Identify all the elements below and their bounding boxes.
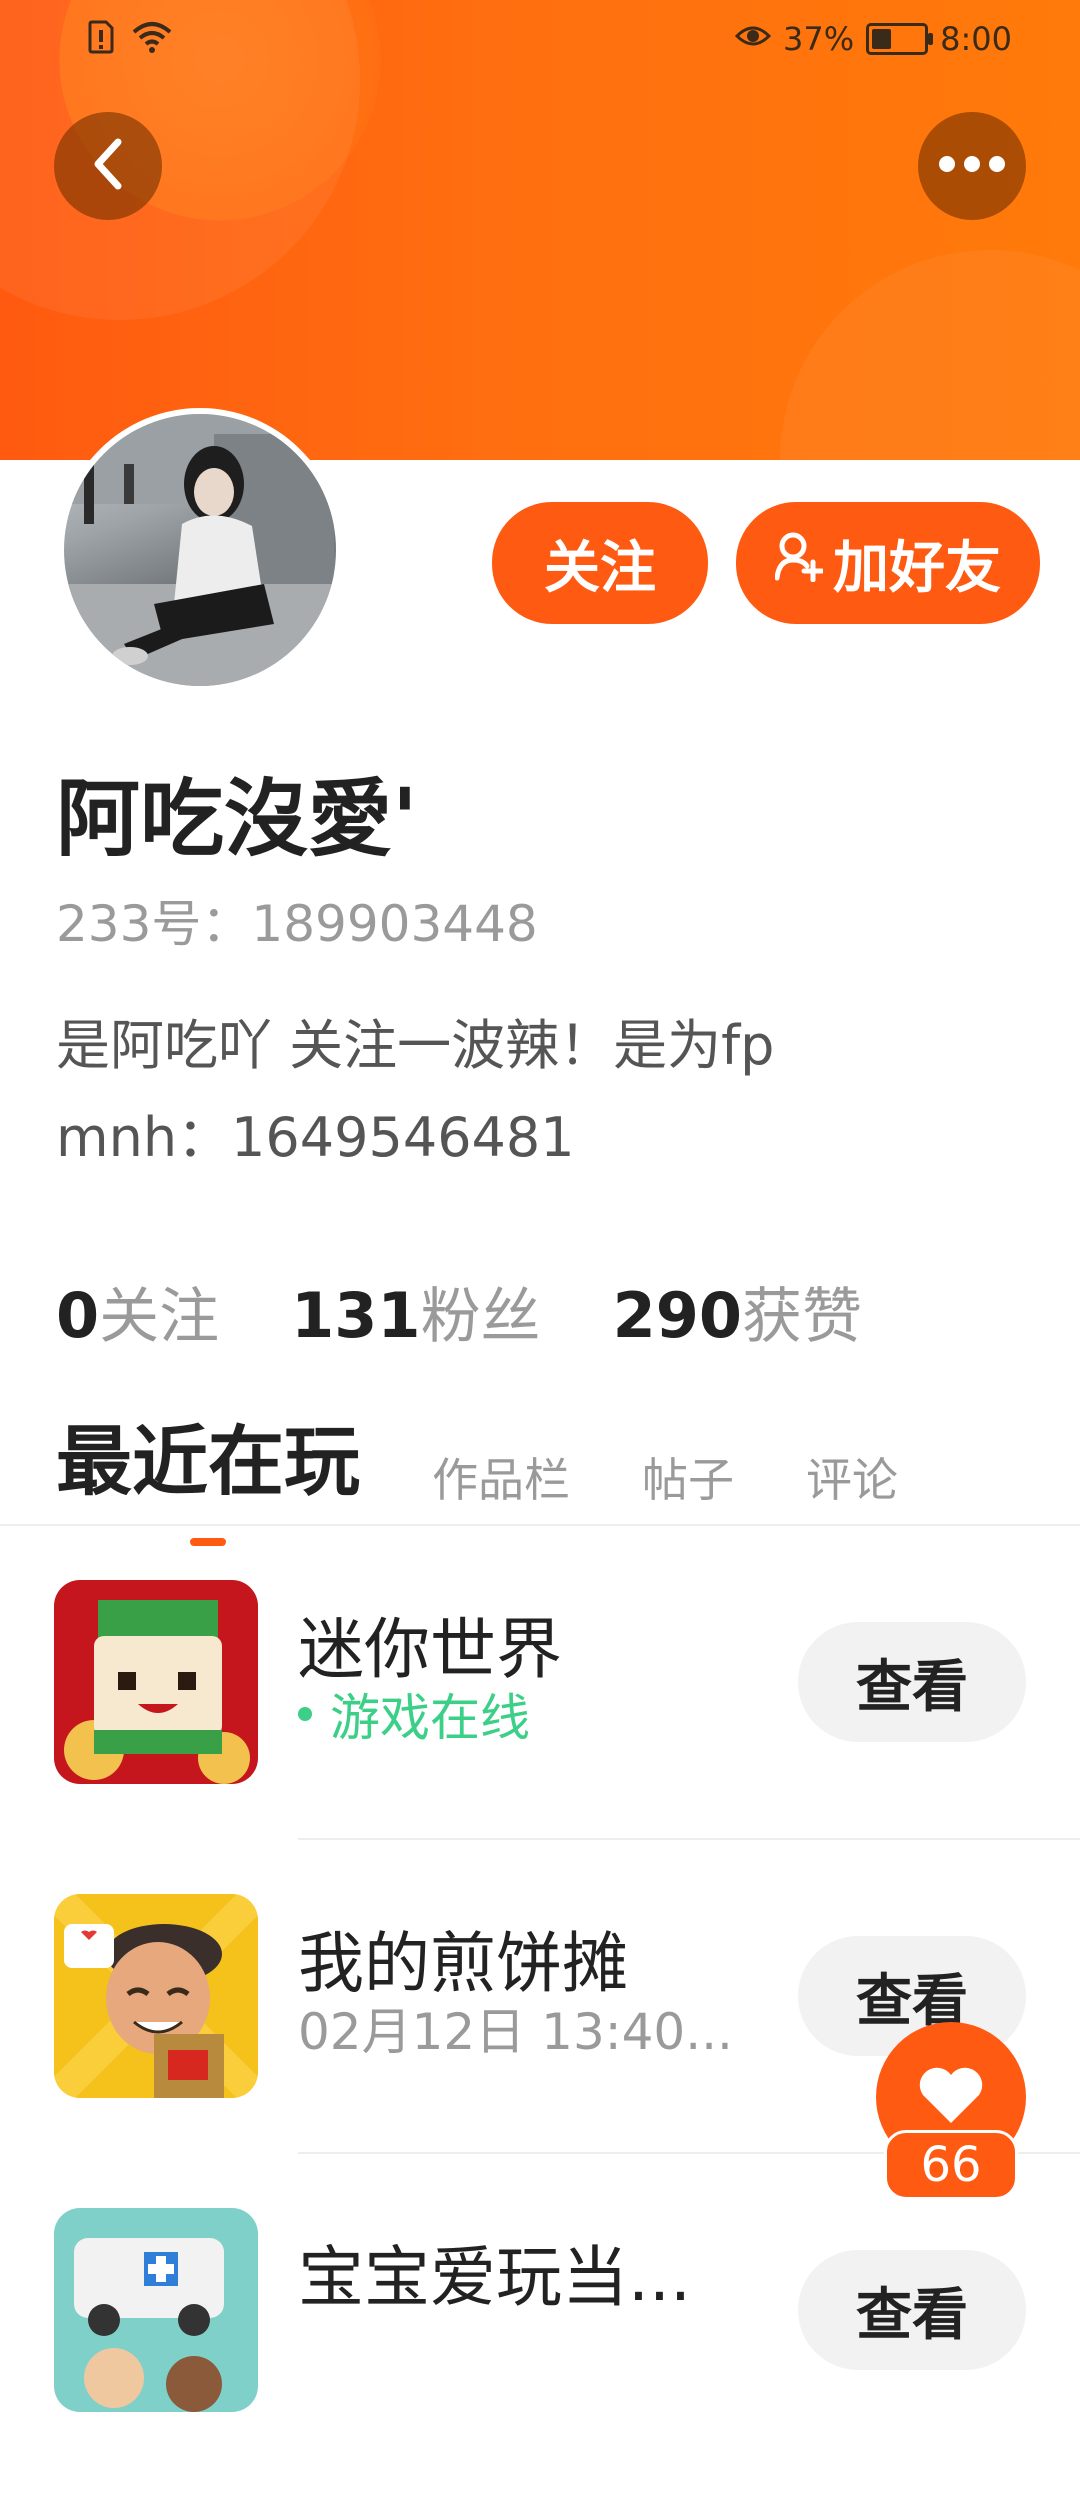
stat-following[interactable]: 0关注 — [56, 1268, 219, 1355]
profile-bio: 是阿吃吖 关注一波辣！是为fp mnh：1649546481 — [56, 1000, 1036, 1184]
stat-likes-count: 290 — [612, 1279, 742, 1352]
tab-posts[interactable]: 帖子 — [642, 1444, 734, 1510]
tab-comments[interactable]: 评论 — [806, 1444, 898, 1510]
tabs-divider — [0, 1524, 1080, 1526]
view-game-button[interactable]: 查看 — [798, 1622, 1026, 1742]
profile-name: 阿吃沒愛' — [56, 770, 418, 868]
profile-tabs: 最近在玩 作品栏 帖子 评论 — [56, 1400, 898, 1546]
view-game-label: 查看 — [856, 1654, 968, 1720]
stat-following-count: 0 — [56, 1279, 100, 1352]
follow-label: 关注 — [544, 535, 656, 601]
game-status-online: 游戏在线 — [298, 1678, 530, 1750]
back-button[interactable] — [54, 112, 162, 220]
game-icon-mini-world — [54, 1580, 258, 1784]
stat-fans-label: 粉丝 — [420, 1282, 541, 1352]
stat-fans-count: 131 — [291, 1279, 421, 1352]
tab-active-indicator — [190, 1538, 226, 1546]
status-left — [88, 20, 172, 58]
tab-recently-played[interactable]: 最近在玩 — [56, 1400, 360, 1546]
view-game-label: 查看 — [856, 2282, 968, 2348]
game-last-played: 02月12日 13:40... — [298, 2003, 733, 2061]
bio-line-2: mnh：1649546481 — [56, 1106, 575, 1169]
stat-likes-label: 获赞 — [741, 1282, 862, 1352]
more-dots-icon — [937, 154, 1007, 178]
follow-button[interactable]: 关注 — [492, 502, 708, 624]
battery-percent: 37% — [783, 20, 855, 58]
game-status-text: 游戏在线 — [330, 1689, 530, 1747]
battery-level — [872, 29, 892, 49]
tab-works-label: 作品栏 — [432, 1453, 570, 1507]
battery-icon — [866, 23, 934, 55]
heart-icon — [917, 2065, 985, 2129]
chevron-left-icon — [88, 136, 128, 196]
tab-comments-label: 评论 — [806, 1453, 898, 1507]
add-user-icon — [774, 531, 825, 596]
like-count-badge: 66 — [884, 2130, 1018, 2200]
game-list-item[interactable]: 宝宝爱玩当... 查看 — [0, 2188, 1080, 2500]
tab-recently-played-label: 最近在玩 — [56, 1417, 360, 1506]
avatar-photo — [64, 414, 336, 686]
status-right: 37% 8:00 — [734, 20, 1012, 58]
status-bar: 37% 8:00 — [0, 0, 1080, 84]
game-title: 宝宝爱玩当... — [298, 2239, 691, 2316]
stat-following-label: 关注 — [99, 1282, 220, 1352]
more-button[interactable] — [918, 112, 1026, 220]
game-list-item[interactable]: 迷你世界 游戏在线 查看 — [0, 1560, 1080, 1872]
tab-posts-label: 帖子 — [642, 1453, 734, 1507]
wifi-icon — [132, 20, 172, 58]
game-icon-pancake-stall — [54, 1894, 258, 2098]
stat-fans[interactable]: 131粉丝 — [291, 1268, 540, 1355]
add-friend-button[interactable]: 加好友 — [736, 502, 1040, 624]
eye-icon — [734, 20, 772, 58]
status-time: 8:00 — [940, 20, 1012, 58]
add-friend-label: 加好友 — [833, 535, 1001, 601]
bio-line-1: 是阿吃吖 关注一波辣！是为fp — [56, 1014, 775, 1077]
online-dot-icon — [298, 1707, 312, 1721]
game-icon-baby-play — [54, 2208, 258, 2412]
profile-id[interactable]: 233号：189903448 — [56, 884, 538, 956]
tab-works[interactable]: 作品栏 — [432, 1444, 570, 1510]
view-game-button[interactable]: 查看 — [798, 2250, 1026, 2370]
avatar[interactable] — [58, 408, 342, 692]
sim-alert-icon — [88, 20, 114, 58]
profile-stats: 0关注 131粉丝 290获赞 — [56, 1268, 862, 1355]
row-divider — [298, 1838, 1080, 1840]
stat-likes[interactable]: 290获赞 — [613, 1268, 862, 1355]
